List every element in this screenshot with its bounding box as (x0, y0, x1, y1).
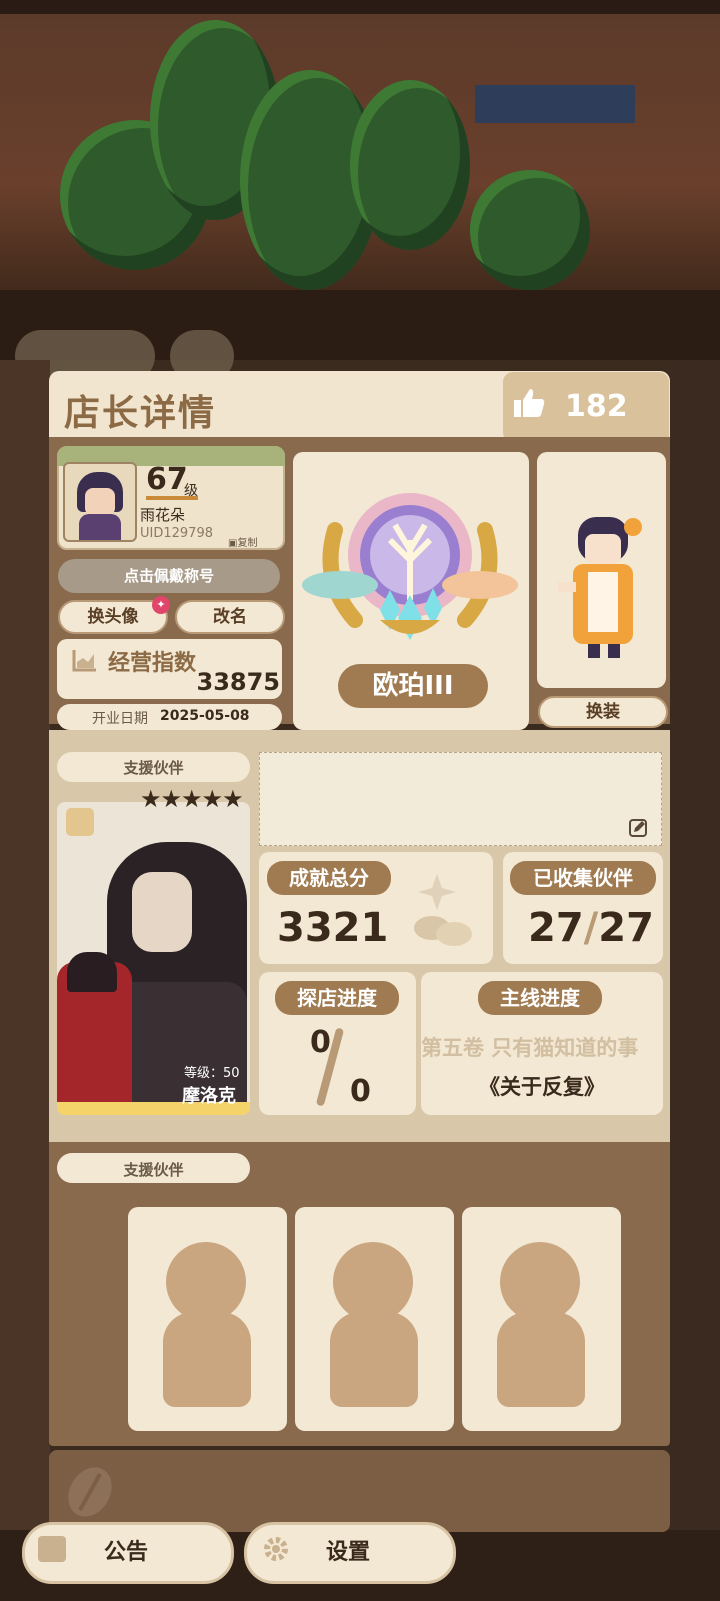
signature-box[interactable] (259, 752, 662, 846)
copy-label: 复制 (237, 538, 258, 549)
level-bar (146, 496, 198, 500)
player-level: 67 (146, 462, 188, 497)
empty-slot-body (497, 1312, 585, 1407)
equip-title-button[interactable]: 点击佩戴称号 (58, 559, 280, 593)
collected-total: 27 (598, 905, 654, 951)
support-slot-2[interactable] (295, 1207, 454, 1431)
notification-dot-icon: ✦ (152, 596, 170, 614)
coffee-bean-icon (60, 1460, 120, 1524)
edit-icon[interactable] (628, 818, 648, 842)
collected-label: 已收集伙伴 (510, 861, 656, 895)
background-garden (0, 0, 720, 310)
open-date-label: 开业日期 (92, 711, 148, 727)
character-sprite-icon (553, 512, 653, 666)
notice-label: 公告 (104, 1540, 149, 1565)
achievement-value: 3321 (277, 905, 389, 951)
collected-ratio: 27/27 (528, 905, 654, 951)
footer-strip (49, 1450, 670, 1532)
player-uid: UID129798 (140, 526, 213, 541)
explore-total: 0 (350, 1074, 371, 1109)
rename-button[interactable]: 改名 (175, 600, 285, 634)
empty-slot-icon (333, 1242, 413, 1322)
avatar[interactable] (63, 462, 137, 542)
gear-icon (262, 1535, 290, 1567)
open-date-value: 2025-05-08 (160, 708, 250, 724)
coffee-beans-icon (402, 872, 482, 956)
like-count: 182 (565, 389, 628, 424)
achievement-label: 成就总分 (267, 861, 391, 895)
copy-uid-button[interactable]: ▣复制 (228, 534, 257, 549)
settings-label: 设置 (326, 1540, 371, 1565)
change-outfit-button[interactable]: 换装 (538, 696, 668, 728)
empty-slot-icon (166, 1242, 246, 1322)
background-left (0, 360, 50, 1601)
main-story-subtitle: 《关于反复》 (479, 1075, 605, 1099)
empty-slot-body (330, 1312, 418, 1407)
support-slots-label: 支援伙伴 (123, 1161, 184, 1179)
main-story-label: 主线进度 (478, 981, 602, 1015)
chart-icon (72, 648, 98, 676)
empty-slot-icon (500, 1242, 580, 1322)
thumbs-up-icon[interactable] (512, 386, 546, 424)
support-slot-1[interactable] (128, 1207, 287, 1431)
partner-name: 摩洛克 (182, 1086, 236, 1107)
page-title: 店长详情 (64, 393, 217, 434)
business-index-value: 33875 (196, 668, 281, 696)
rank-name-badge: 欧珀III (338, 664, 488, 708)
partner-level: 等级：50 (184, 1066, 240, 1081)
main-story-chapter: 第五卷 只有猫知道的事 (421, 1036, 639, 1060)
support-partner-label: 支援伙伴 (123, 759, 184, 777)
briefcase-icon (38, 1536, 66, 1562)
partner-stars: ★★★★★ (140, 785, 244, 813)
explore-label: 探店进度 (275, 981, 399, 1015)
element-icon (66, 808, 94, 836)
support-slot-3[interactable] (462, 1207, 621, 1431)
player-name: 雨花朵 (140, 506, 186, 524)
background-right (668, 360, 720, 1601)
rank-emblem-icon (295, 470, 525, 654)
collected-value: 27 (528, 905, 584, 951)
empty-slot-body (163, 1312, 251, 1407)
explore-value: 0 (310, 1025, 331, 1060)
